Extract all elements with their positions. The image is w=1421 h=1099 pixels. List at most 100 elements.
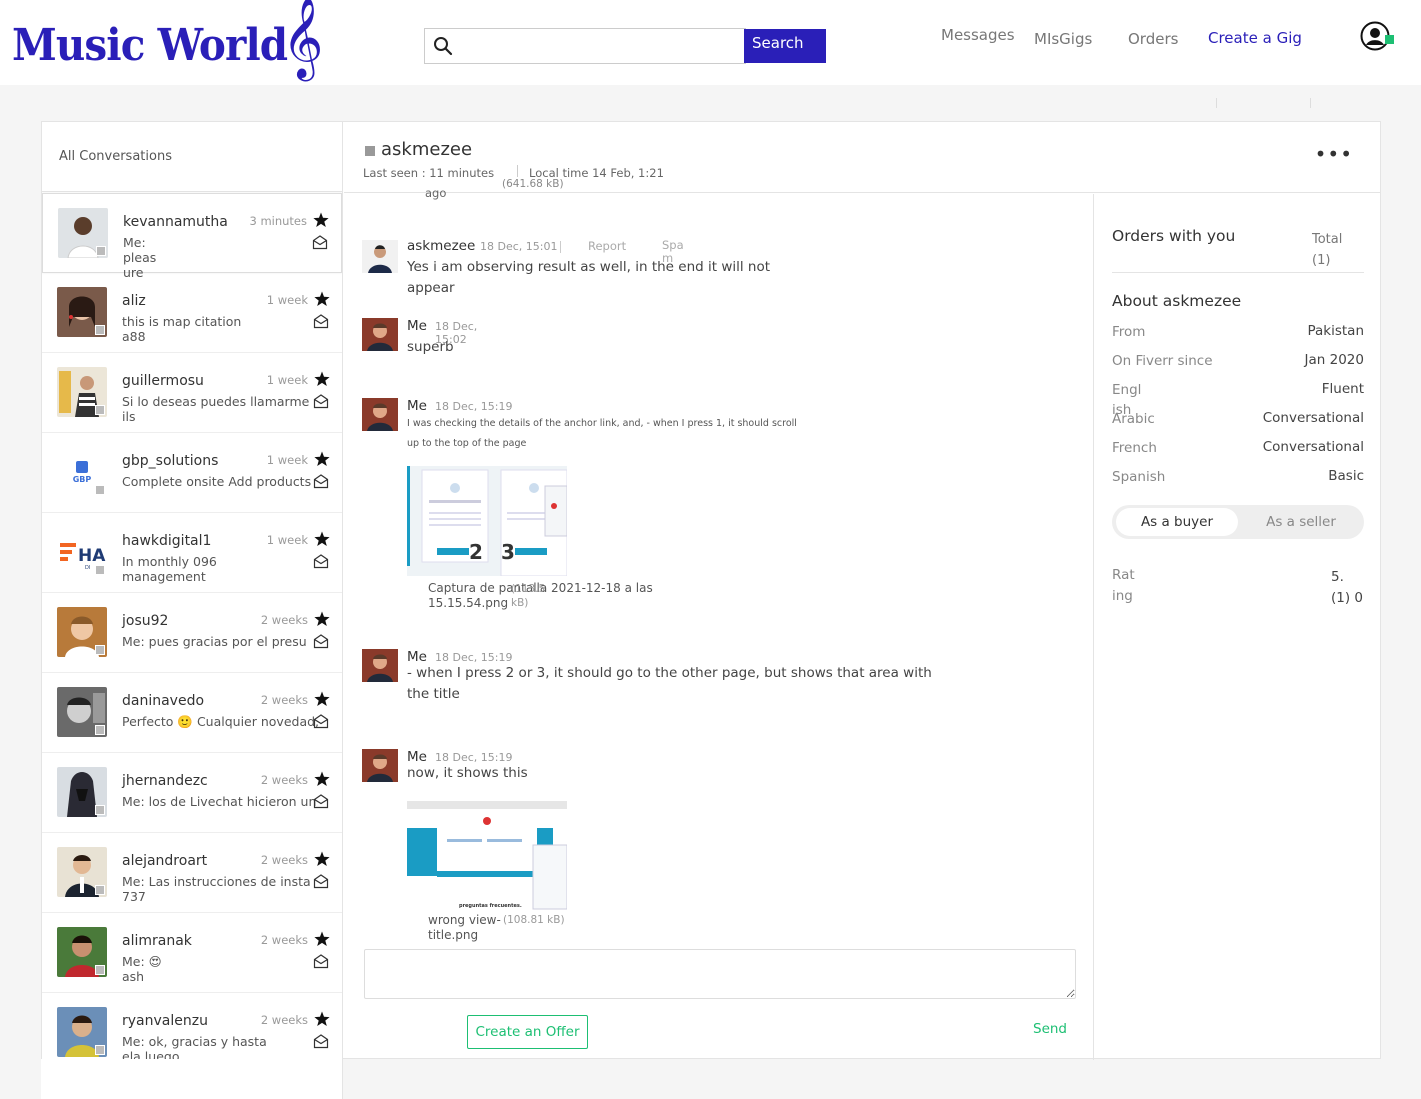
conversation-preview: Me: Las instrucciones de insta 737 (122, 874, 311, 904)
star-icon[interactable] (314, 771, 330, 787)
conversation-item[interactable]: guillermosu 1 week Si lo deseas puedes l… (42, 353, 342, 433)
divider (1216, 98, 1217, 108)
conversation-item[interactable]: josu92 2 weeks Me: pues gracias por el p… (42, 593, 342, 673)
field-value: Pakistan (1307, 323, 1364, 339)
star-icon[interactable] (314, 691, 330, 707)
conversation-preview: Me: pues gracias por el presu (122, 634, 307, 649)
avatar (57, 287, 107, 337)
avatar (57, 607, 107, 657)
avatar (57, 847, 107, 897)
envelope-open-icon[interactable] (313, 553, 329, 569)
message-sender[interactable]: askmezee (407, 238, 475, 254)
conversation-time: 1 week (266, 533, 308, 547)
orders-total[interactable]: Total (1) (1312, 229, 1352, 271)
message-sender[interactable]: Me (407, 318, 427, 334)
envelope-open-icon[interactable] (313, 793, 329, 809)
status-badge (95, 805, 105, 815)
report-link[interactable]: Report (588, 239, 626, 253)
last-seen: Last seen : 11 minutes (363, 166, 495, 180)
nav-my-gigs[interactable]: MIsGigs (1034, 30, 1092, 48)
send-button[interactable]: Send (1033, 1021, 1067, 1037)
conversation-time: 2 weeks (260, 1013, 308, 1027)
site-logo[interactable]: Music World (12, 20, 288, 71)
more-options-icon[interactable]: ••• (1315, 142, 1353, 166)
search-input[interactable] (463, 33, 733, 59)
message-text: now, it shows this (407, 765, 528, 781)
envelope-open-icon[interactable] (312, 234, 328, 250)
conversation-item[interactable]: aliz 1 week this is map citation a88 (42, 273, 342, 353)
conversation-preview: In monthly 096 management (122, 554, 217, 584)
field-value: Basic (1328, 468, 1364, 484)
as-buyer-tab[interactable]: As a buyer (1116, 508, 1238, 536)
as-seller-tab[interactable]: As a seller (1242, 508, 1360, 536)
conversation-list-header: All Conversations (42, 122, 342, 192)
envelope-open-icon[interactable] (313, 473, 329, 489)
conversation-item[interactable]: GBP gbp_solutions 1 week Complete onsite… (42, 433, 342, 513)
avatar (362, 240, 398, 273)
divider (1310, 98, 1311, 108)
message-thread: askmezee 18 Dec, 15:01 Report Spa m Yes … (344, 194, 1094, 1060)
star-icon[interactable] (314, 851, 330, 867)
attachment-thumbnail[interactable]: preguntas frecuentes. (407, 801, 567, 911)
svg-text:DI: DI (85, 565, 90, 571)
envelope-open-icon[interactable] (313, 313, 329, 329)
avatar (57, 687, 107, 737)
envelope-open-icon[interactable] (313, 633, 329, 649)
star-icon[interactable] (314, 451, 330, 467)
message-sender[interactable]: Me (407, 398, 427, 414)
conversation-item[interactable]: daninavedo 2 weeks Perfecto 🙂 Cualquier … (42, 673, 342, 753)
star-icon[interactable] (314, 371, 330, 387)
conversation-item[interactable]: alimranak 2 weeks Me: 😍 ash (42, 913, 342, 993)
status-badge (95, 885, 105, 895)
search-button[interactable]: Search (744, 29, 826, 63)
rating-value: 5. (1) 0 (1331, 569, 1364, 606)
conversation-preview: Me: los de Livechat hicieron un (122, 794, 317, 809)
conversation-item[interactable]: alejandroart 2 weeks Me: Las instruccion… (42, 833, 342, 913)
status-badge (95, 405, 105, 415)
message-time: 18 Dec, 15:19 (435, 400, 513, 413)
status-indicator (365, 146, 375, 156)
conversation-time: 2 weeks (260, 853, 308, 867)
star-icon[interactable] (314, 931, 330, 947)
message: Me 18 Dec, 15:19 I was checking the deta… (362, 398, 1082, 628)
avatar (57, 367, 107, 417)
star-icon[interactable] (313, 212, 329, 228)
conversation-item[interactable]: HA DI hawkdigital1 1 week In monthly 096 … (42, 513, 342, 593)
field-value: Jan 2020 (1304, 352, 1364, 368)
envelope-open-icon[interactable] (313, 713, 329, 729)
envelope-open-icon[interactable] (313, 953, 329, 969)
conversation-time: 1 week (266, 453, 308, 467)
all-conversations-label[interactable]: All Conversations (59, 149, 172, 164)
message-compose-input[interactable] (364, 949, 1076, 999)
star-icon[interactable] (314, 531, 330, 547)
nav-create-gig[interactable]: Create a Gig (1208, 29, 1302, 47)
star-icon[interactable] (314, 611, 330, 627)
attachment-filename[interactable]: wrong view-title.png (428, 913, 508, 943)
field-label: Spanish (1112, 469, 1166, 485)
conversation-username: jhernandezc (122, 773, 208, 789)
star-icon[interactable] (314, 1011, 330, 1027)
avatar (362, 318, 398, 351)
field-label: Arabic (1112, 411, 1155, 427)
envelope-open-icon[interactable] (313, 873, 329, 889)
avatar (57, 927, 107, 977)
attachment-size: (108.81 kB) (503, 914, 565, 926)
create-offer-button[interactable]: Create an Offer (467, 1015, 588, 1049)
conversation-preview: Si lo deseas puedes llamarme ils (122, 394, 310, 424)
treble-clef-icon: 𝄞 (282, 0, 324, 78)
message-text: I was checking the details of the anchor… (407, 418, 797, 449)
conversation-time: 2 weeks (260, 933, 308, 947)
conversation-item[interactable]: jhernandezc 2 weeks Me: los de Livechat … (42, 753, 342, 833)
field-label: On Fiverr since (1112, 353, 1213, 369)
star-icon[interactable] (314, 291, 330, 307)
envelope-open-icon[interactable] (313, 393, 329, 409)
envelope-open-icon[interactable] (313, 1033, 329, 1049)
attachment-thumbnail[interactable]: 2 3 (407, 466, 567, 576)
nav-orders[interactable]: Orders (1128, 30, 1178, 48)
nav-messages[interactable]: Messages (941, 26, 1015, 44)
conversation-username: kevannamutha (123, 214, 228, 230)
avatar: GBP (57, 447, 107, 497)
conversation-time: 2 weeks (260, 693, 308, 707)
chat-username[interactable]: askmezee (381, 139, 472, 160)
conversation-item[interactable]: kevannamutha 3 minutes Me: pleas ure (42, 193, 342, 280)
